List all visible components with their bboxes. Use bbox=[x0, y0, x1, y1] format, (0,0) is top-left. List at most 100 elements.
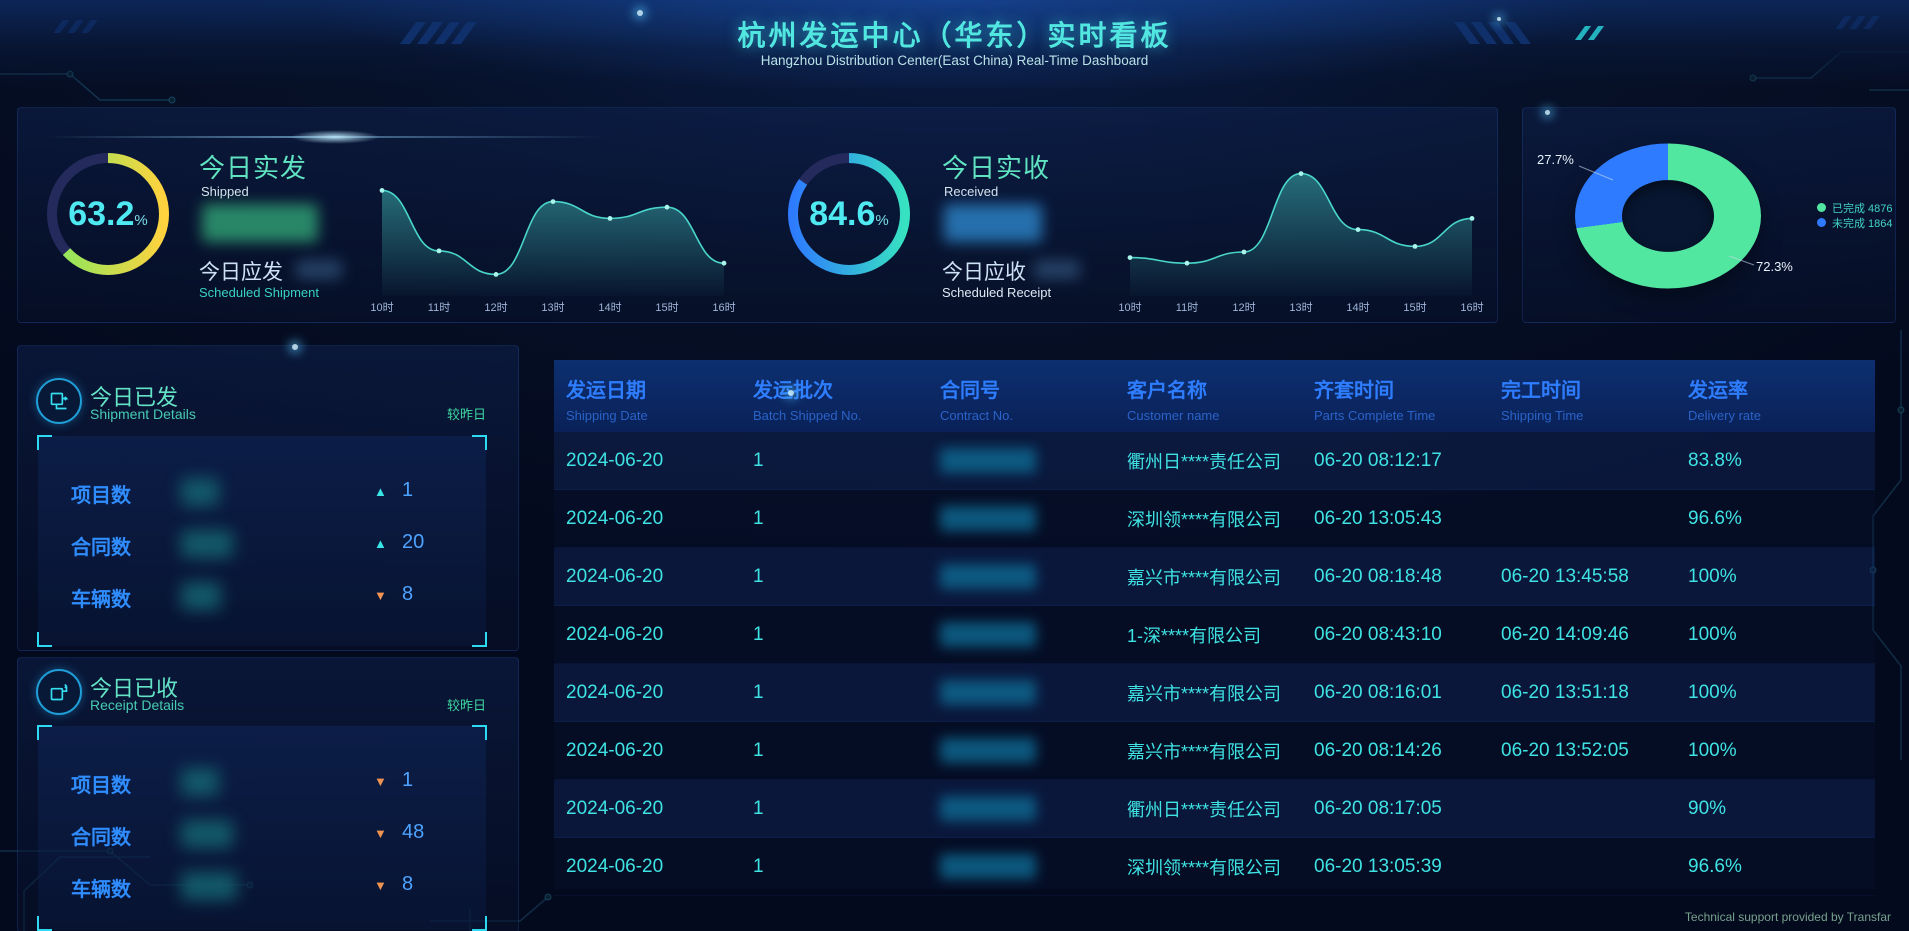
column-header-zh: 完工时间 bbox=[1501, 374, 1688, 403]
cell-shipping-date: 2024-06-20 bbox=[566, 682, 753, 704]
x-axis-tick-label: 12时 bbox=[474, 299, 518, 315]
x-axis-tick-label: 10时 bbox=[360, 299, 404, 315]
cell-delivery-rate: 100% bbox=[1688, 566, 1875, 588]
receipt-compare-label: 较昨日 bbox=[447, 695, 486, 714]
legend-item: 已完成 4876 bbox=[1817, 200, 1893, 215]
x-axis-tick-label: 13时 bbox=[531, 299, 575, 315]
cell-delivery-rate: 100% bbox=[1688, 740, 1875, 762]
table-body: 2024-06-201衢州日****责任公司06-20 08:12:1783.8… bbox=[554, 432, 1875, 896]
cell-customer-name: 深圳领****有限公司 bbox=[1127, 854, 1314, 880]
receipt-stats-box: 项目数▼1合同数▼48车辆数▼8 bbox=[38, 726, 486, 930]
cell-contract-no bbox=[940, 854, 1127, 879]
column-header-en: Shipping Date bbox=[566, 408, 753, 423]
shipment-icon bbox=[36, 378, 82, 424]
column-header-en: Parts Complete Time bbox=[1314, 408, 1501, 423]
column-header-en: Batch Shipped No. bbox=[753, 408, 940, 423]
stat-delta-value: 8 bbox=[402, 873, 413, 896]
legend-item: 未完成 1864 bbox=[1817, 215, 1893, 230]
table-column-header: 发运批次 Batch Shipped No. bbox=[753, 360, 940, 432]
x-axis-tick-label: 15时 bbox=[1393, 299, 1437, 315]
received-title: 今日实收 bbox=[942, 148, 1050, 185]
stat-label: 车辆数 bbox=[71, 583, 131, 612]
stat-delta-value: 1 bbox=[402, 769, 413, 792]
cell-batch-no: 1 bbox=[753, 624, 940, 646]
table-row: 2024-06-2011-深****有限公司06-20 08:43:1006-2… bbox=[554, 606, 1875, 664]
cell-customer-name: 嘉兴市****有限公司 bbox=[1127, 680, 1314, 706]
trend-down-icon: ▼ bbox=[374, 826, 387, 841]
trend-up-icon: ▲ bbox=[374, 536, 387, 551]
contract-no-blurred bbox=[940, 564, 1036, 589]
cell-delivery-rate: 96.6% bbox=[1688, 508, 1875, 530]
cell-shipping-date: 2024-06-20 bbox=[566, 508, 753, 530]
trend-down-icon: ▼ bbox=[374, 588, 387, 603]
contract-no-blurred bbox=[940, 680, 1036, 705]
cell-parts-complete-time: 06-20 08:16:01 bbox=[1314, 682, 1501, 704]
cell-shipping-date: 2024-06-20 bbox=[566, 856, 753, 878]
stat-delta-value: 8 bbox=[402, 583, 413, 606]
scheduled-receipt-sublabel: Scheduled Receipt bbox=[942, 285, 1051, 300]
column-header-zh: 发运批次 bbox=[753, 374, 940, 403]
dashboard-root: 杭州发运中心（华东）实时看板 Hangzhou Distribution Cen… bbox=[0, 0, 1909, 931]
table-column-header: 发运率Delivery rate bbox=[1688, 360, 1875, 432]
cell-shipping-time: 06-20 13:45:58 bbox=[1501, 566, 1688, 588]
cell-contract-no bbox=[940, 738, 1127, 763]
column-header-zh: 合同号 bbox=[940, 374, 1127, 403]
contract-no-blurred bbox=[940, 622, 1036, 647]
scheduled-receipt-value-blurred bbox=[1034, 260, 1080, 279]
cell-customer-name: 衢州日****责任公司 bbox=[1127, 796, 1314, 822]
cell-customer-name: 嘉兴市****有限公司 bbox=[1127, 738, 1314, 764]
cell-parts-complete-time: 06-20 08:17:05 bbox=[1314, 798, 1501, 820]
table-column-header: 客户名称Customer name bbox=[1127, 360, 1314, 432]
cell-contract-no bbox=[940, 564, 1127, 589]
kpi-panel: 63.2% 今日实发 Shipped 今日应发 Scheduled Shipme… bbox=[17, 107, 1498, 323]
shipment-stats-box: 项目数▲1合同数▲20车辆数▼8 bbox=[38, 436, 486, 646]
table-row: 2024-06-201嘉兴市****有限公司06-20 08:14:2606-2… bbox=[554, 722, 1875, 780]
stat-value-blurred bbox=[181, 768, 219, 796]
stat-value-blurred bbox=[181, 478, 219, 506]
cell-delivery-rate: 100% bbox=[1688, 624, 1875, 646]
trend-down-icon: ▼ bbox=[374, 774, 387, 789]
cell-delivery-rate: 90% bbox=[1688, 798, 1875, 820]
contract-no-blurred bbox=[940, 854, 1036, 879]
completion-donut-panel: 27.7% 72.3% 已完成 4876未完成 1864 bbox=[1522, 107, 1896, 323]
stat-delta-value: 48 bbox=[402, 821, 424, 844]
stat-label: 合同数 bbox=[71, 531, 131, 560]
x-axis-tick-label: 16时 bbox=[1450, 299, 1494, 315]
stat-row: 合同数▼48 bbox=[38, 818, 486, 850]
x-axis-tick-label: 10时 bbox=[1108, 299, 1152, 315]
light-flare bbox=[290, 130, 380, 144]
cell-parts-complete-time: 06-20 08:12:17 bbox=[1314, 450, 1501, 472]
cell-shipping-date: 2024-06-20 bbox=[566, 566, 753, 588]
stat-label: 项目数 bbox=[71, 769, 131, 798]
x-axis-tick-label: 15时 bbox=[645, 299, 689, 315]
stat-delta-value: 1 bbox=[402, 479, 413, 502]
cell-parts-complete-time: 06-20 08:14:26 bbox=[1314, 740, 1501, 762]
cell-batch-no: 1 bbox=[753, 740, 940, 762]
legend-color-dot bbox=[1817, 203, 1826, 212]
page-title: 杭州发运中心（华东）实时看板 bbox=[0, 14, 1909, 54]
shipped-subtitle: Shipped bbox=[201, 184, 249, 199]
contract-no-blurred bbox=[940, 448, 1036, 473]
donut-legend: 已完成 4876未完成 1864 bbox=[1817, 200, 1893, 230]
column-header-zh: 客户名称 bbox=[1127, 374, 1314, 403]
receipt-details-panel: 今日已收 Receipt Details 较昨日 项目数▼1合同数▼48车辆数▼… bbox=[17, 657, 519, 931]
x-axis-tick-label: 16时 bbox=[702, 299, 746, 315]
contract-no-blurred bbox=[940, 796, 1036, 821]
cell-shipping-date: 2024-06-20 bbox=[566, 624, 753, 646]
column-header-zh: 齐套时间 bbox=[1314, 374, 1501, 403]
cell-shipping-time: 06-20 13:52:05 bbox=[1501, 740, 1688, 762]
column-header-zh: 发运日期 bbox=[566, 374, 753, 403]
stat-row: 项目数 ▼ 1 bbox=[38, 766, 486, 798]
stat-row: 合同数▲20 bbox=[38, 528, 486, 560]
gauge-percent-value: 63.2% bbox=[44, 150, 172, 278]
cell-batch-no: 1 bbox=[753, 566, 940, 588]
table-column-header: 齐套时间 Parts Complete Time bbox=[1314, 360, 1501, 432]
cell-delivery-rate: 100% bbox=[1688, 682, 1875, 704]
shipped-hourly-chart: 10时11时12时13时14时15时16时 bbox=[368, 156, 738, 356]
shipment-details-panel: 今日已发 Shipment Details 较昨日 项目数▲1合同数▲20车辆数… bbox=[17, 345, 519, 651]
table-row: 2024-06-201衢州日****责任公司06-20 08:17:0590% bbox=[554, 780, 1875, 838]
cell-contract-no bbox=[940, 680, 1127, 705]
cell-shipping-date: 2024-06-20 bbox=[566, 450, 753, 472]
cell-parts-complete-time: 06-20 13:05:43 bbox=[1314, 508, 1501, 530]
column-header-en: Shipping Time bbox=[1501, 408, 1688, 423]
